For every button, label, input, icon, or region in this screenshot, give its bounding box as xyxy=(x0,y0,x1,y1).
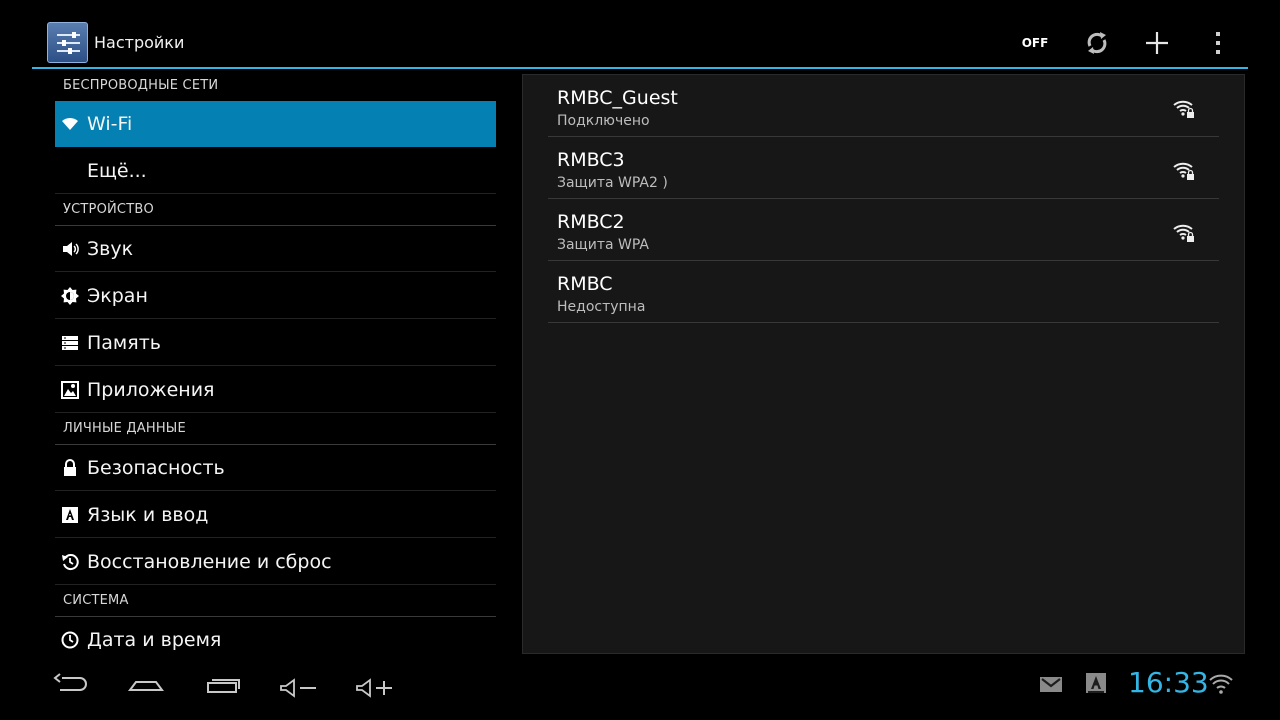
settings-item-restore[interactable]: Восстановление и сброс xyxy=(55,539,496,585)
keyboard-icon xyxy=(61,506,79,524)
wifi-networks-panel: RMBC_Guest Подключено RMBC3 Защита WPA2 … xyxy=(522,74,1245,654)
settings-item-label: Звук xyxy=(87,238,134,260)
network-ssid: RMBC xyxy=(557,273,613,295)
section-header-system: СИСТЕМА xyxy=(55,585,496,617)
overflow-menu-icon[interactable] xyxy=(1201,26,1235,60)
settings-item-display[interactable]: Экран xyxy=(55,273,496,319)
section-header-personal: ЛИЧНЫЕ ДАННЫЕ xyxy=(55,413,496,445)
network-status: Защита WPA2 ) xyxy=(557,175,668,191)
status-clock[interactable]: 16:33 xyxy=(1128,666,1209,700)
section-header-device: УСТРОЙСТВО xyxy=(55,194,496,226)
restore-icon xyxy=(61,553,79,571)
network-ssid: RMBC_Guest xyxy=(557,87,678,109)
settings-item-label: Язык и ввод xyxy=(87,504,209,526)
page-title: Настройки xyxy=(94,33,185,52)
network-ssid: RMBC3 xyxy=(557,149,625,171)
settings-item-date-time[interactable]: Дата и время xyxy=(55,617,496,660)
wifi-signal-lock-icon xyxy=(1172,161,1196,181)
wifi-toggle-off-button[interactable]: OFF xyxy=(1014,28,1056,58)
apps-icon xyxy=(61,381,79,399)
keyboard-notification-icon[interactable] xyxy=(1084,672,1108,696)
settings-item-label: Восстановление и сброс xyxy=(87,551,332,573)
settings-sliders-icon[interactable] xyxy=(47,22,88,63)
wps-icon[interactable] xyxy=(1080,26,1114,60)
settings-item-storage[interactable]: Память xyxy=(55,320,496,366)
section-header-wireless: БЕСПРОВОДНЫЕ СЕТИ xyxy=(55,70,496,102)
settings-item-label: Ещё... xyxy=(87,160,147,182)
gmail-icon[interactable] xyxy=(1039,672,1063,696)
network-item[interactable]: RMBC2 Защита WPA xyxy=(548,199,1219,261)
add-icon[interactable] xyxy=(1140,26,1174,60)
settings-item-apps[interactable]: Приложения xyxy=(55,367,496,413)
settings-item-language[interactable]: Язык и ввод xyxy=(55,492,496,538)
settings-item-wifi[interactable]: Wi-Fi xyxy=(55,101,496,147)
network-ssid: RMBC2 xyxy=(557,211,625,233)
network-item[interactable]: RMBC3 Защита WPA2 ) xyxy=(548,137,1219,199)
storage-icon xyxy=(61,334,79,352)
home-icon[interactable] xyxy=(124,668,168,698)
wifi-signal-lock-icon xyxy=(1172,99,1196,119)
network-status: Недоступна xyxy=(557,299,646,315)
settings-item-label: Экран xyxy=(87,285,148,307)
network-status: Защита WPA xyxy=(557,237,649,253)
volume-down-icon[interactable] xyxy=(276,668,320,698)
settings-item-sound[interactable]: Звук xyxy=(55,226,496,272)
settings-screen: Настройки OFF БЕСПРОВОДНЫЕ СЕТИ Wi-Fi Ещ… xyxy=(0,0,1280,720)
brightness-icon xyxy=(61,287,79,305)
wifi-status-icon[interactable] xyxy=(1209,672,1233,696)
settings-item-label: Память xyxy=(87,332,161,354)
speaker-icon xyxy=(61,240,79,258)
network-status: Подключено xyxy=(557,113,650,129)
settings-list[interactable]: БЕСПРОВОДНЫЕ СЕТИ Wi-Fi Ещё... УСТРОЙСТВ… xyxy=(55,70,496,660)
volume-up-icon[interactable] xyxy=(352,668,396,698)
network-item[interactable]: RMBC Недоступна xyxy=(548,261,1219,323)
clock-icon xyxy=(61,631,79,649)
recent-apps-icon[interactable] xyxy=(201,668,245,698)
settings-item-label: Дата и время xyxy=(87,629,222,651)
back-icon[interactable] xyxy=(50,668,94,698)
settings-item-label: Wi-Fi xyxy=(87,113,133,135)
settings-item-label: Безопасность xyxy=(87,457,225,479)
action-bar-divider xyxy=(32,67,1248,69)
wifi-signal-lock-icon xyxy=(1172,223,1196,243)
settings-item-label: Приложения xyxy=(87,379,215,401)
system-navigation-bar: 16:33 xyxy=(0,660,1280,720)
settings-item-security[interactable]: Безопасность xyxy=(55,445,496,491)
wifi-icon xyxy=(61,115,79,133)
network-item[interactable]: RMBC_Guest Подключено xyxy=(548,75,1219,137)
action-bar: Настройки OFF xyxy=(0,0,1280,69)
lock-icon xyxy=(61,459,79,477)
settings-item-more[interactable]: Ещё... xyxy=(55,148,496,194)
